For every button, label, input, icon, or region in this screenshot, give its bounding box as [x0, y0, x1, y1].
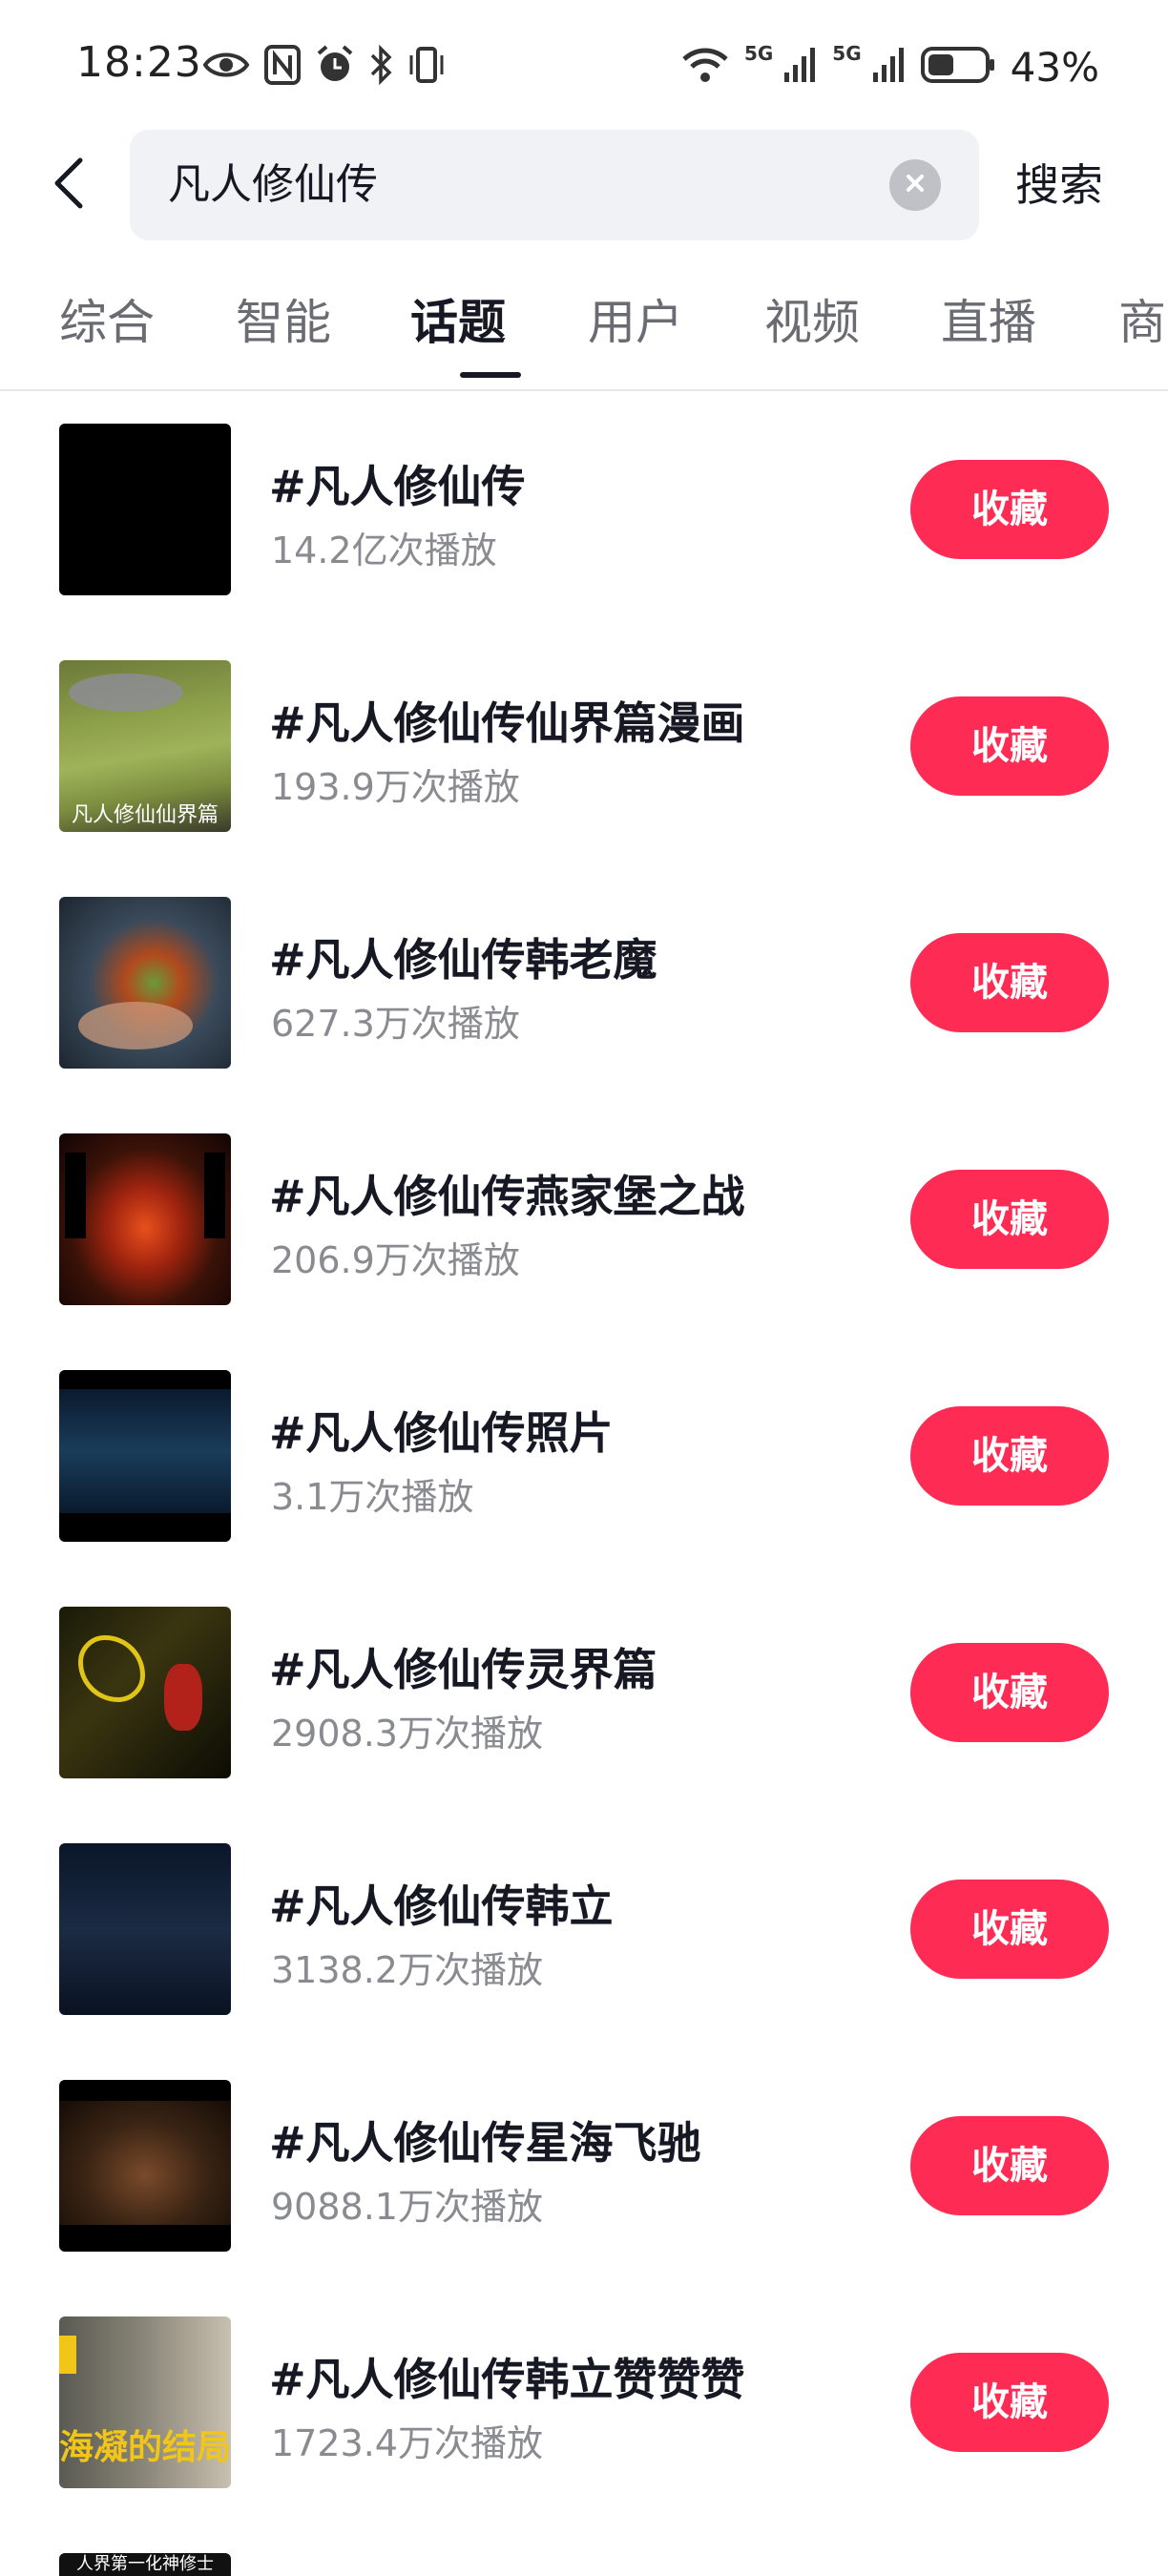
tab-overall[interactable]: 综合 — [59, 279, 155, 366]
signal-1-label: 5G — [743, 42, 774, 65]
topic-play-count: 2908.3万次播放 — [271, 1713, 543, 1755]
vibrate-icon — [407, 44, 447, 90]
favorite-button[interactable]: 收藏 — [910, 1170, 1109, 1269]
signal-2-label: 5G — [832, 42, 862, 65]
favorite-button[interactable]: 收藏 — [910, 696, 1109, 796]
topic-title: #凡人修仙传灵界篇 — [269, 1644, 657, 1695]
battery-icon — [920, 46, 995, 88]
topic-title: #凡人修仙传韩老魔 — [269, 934, 657, 986]
topic-list: #凡人修仙传 14.2亿次播放 收藏 凡人修仙仙界篇 #凡人修仙传仙界篇漫画 1… — [0, 424, 1168, 2553]
topic-row[interactable]: 海凝的结局 #凡人修仙传韩立赞赞赞 1723.4万次播放 收藏 — [0, 2316, 1168, 2553]
search-button[interactable]: 搜索 — [1015, 130, 1103, 240]
topic-play-count: 14.2亿次播放 — [271, 530, 497, 571]
battery-percentage: 43% — [1010, 43, 1099, 91]
topic-thumbnail — [59, 1370, 231, 1542]
topic-row[interactable]: #凡人修仙传韩立 3138.2万次播放 收藏 — [0, 1843, 1168, 2080]
topic-play-count: 1723.4万次播放 — [271, 2422, 543, 2464]
status-time: 18:23 — [76, 38, 202, 87]
tab-shop[interactable]: 商 — [1118, 279, 1166, 366]
favorite-button[interactable]: 收藏 — [910, 1406, 1109, 1506]
topic-play-count: 193.9万次播放 — [271, 766, 520, 808]
partial-topic-thumbnail: 人界第一化神修士 — [59, 2553, 231, 2576]
topic-row[interactable]: #凡人修仙传灵界篇 2908.3万次播放 收藏 — [0, 1607, 1168, 1843]
topic-play-count: 3138.2万次播放 — [271, 1949, 543, 1991]
favorite-button[interactable]: 收藏 — [910, 933, 1109, 1032]
topic-title: #凡人修仙传韩立 — [269, 1880, 614, 1932]
active-tab-indicator — [460, 372, 521, 378]
nfc-icon — [263, 44, 302, 90]
topic-title: #凡人修仙传燕家堡之战 — [269, 1171, 745, 1222]
tab-smart[interactable]: 智能 — [236, 279, 331, 366]
signal-1-icon — [782, 46, 817, 88]
topic-row[interactable]: #凡人修仙传 14.2亿次播放 收藏 — [0, 424, 1168, 660]
thumbnail-caption: 凡人修仙仙界篇 — [71, 803, 219, 827]
topic-thumbnail — [59, 2080, 231, 2252]
search-row: 凡人修仙传 搜索 — [0, 130, 1168, 240]
clear-search-button[interactable] — [889, 159, 941, 211]
topic-thumbnail — [59, 1607, 231, 1778]
topic-title: #凡人修仙传星海飞驰 — [269, 2117, 701, 2169]
favorite-button[interactable]: 收藏 — [910, 2353, 1109, 2452]
wifi-icon — [681, 46, 729, 88]
favorite-button[interactable]: 收藏 — [910, 1880, 1109, 1979]
topic-row[interactable]: #凡人修仙传韩老魔 627.3万次播放 收藏 — [0, 897, 1168, 1133]
status-icons-left — [202, 40, 447, 93]
topic-play-count: 206.9万次播放 — [271, 1239, 520, 1281]
partial-thumbnail-caption: 人界第一化神修士 — [76, 2554, 214, 2574]
topic-thumbnail — [59, 1843, 231, 2015]
tab-topics[interactable]: 话题 — [410, 279, 506, 366]
favorite-button[interactable]: 收藏 — [910, 1643, 1109, 1742]
category-tabs: 综合 智能 话题 用户 视频 直播 商 — [0, 279, 1168, 391]
tab-live[interactable]: 直播 — [941, 279, 1036, 366]
tab-users[interactable]: 用户 — [588, 279, 683, 366]
topic-title: #凡人修仙传韩立赞赞赞 — [269, 2354, 745, 2405]
topic-title: #凡人修仙传仙界篇漫画 — [269, 697, 745, 749]
topic-thumbnail — [59, 1133, 231, 1305]
topic-thumbnail — [59, 897, 231, 1069]
topic-row[interactable]: #凡人修仙传照片 3.1万次播放 收藏 — [0, 1370, 1168, 1607]
search-input[interactable]: 凡人修仙传 — [130, 130, 979, 240]
topic-thumbnail: 凡人修仙仙界篇 — [59, 660, 231, 832]
status-bar: 18:23 5G 5G 43% — [0, 0, 1168, 134]
chevron-left-icon — [50, 155, 88, 216]
topic-row[interactable]: #凡人修仙传星海飞驰 9088.1万次播放 收藏 — [0, 2080, 1168, 2316]
close-icon — [904, 172, 927, 198]
alarm-icon — [315, 44, 355, 90]
eye-icon — [202, 48, 250, 86]
topic-play-count: 3.1万次播放 — [271, 1476, 474, 1518]
bluetooth-icon — [368, 44, 393, 90]
topic-title: #凡人修仙传 — [269, 461, 526, 512]
topic-row[interactable]: 凡人修仙仙界篇 #凡人修仙传仙界篇漫画 193.9万次播放 收藏 — [0, 660, 1168, 897]
topic-thumbnail: 海凝的结局 — [59, 2316, 231, 2488]
favorite-button[interactable]: 收藏 — [910, 460, 1109, 559]
favorite-button[interactable]: 收藏 — [910, 2116, 1109, 2215]
topic-thumbnail — [59, 424, 231, 595]
signal-2-icon — [871, 46, 906, 88]
topic-play-count: 627.3万次播放 — [271, 1003, 520, 1045]
status-icons-right: 5G 5G 43% — [681, 40, 1099, 93]
tab-videos[interactable]: 视频 — [764, 279, 860, 366]
topic-title: #凡人修仙传照片 — [269, 1407, 614, 1459]
back-button[interactable] — [42, 151, 95, 219]
topic-play-count: 9088.1万次播放 — [271, 2186, 543, 2228]
topic-row[interactable]: #凡人修仙传燕家堡之战 206.9万次播放 收藏 — [0, 1133, 1168, 1370]
search-query: 凡人修仙传 — [168, 160, 378, 209]
thumbnail-caption: 海凝的结局 — [59, 2428, 231, 2467]
